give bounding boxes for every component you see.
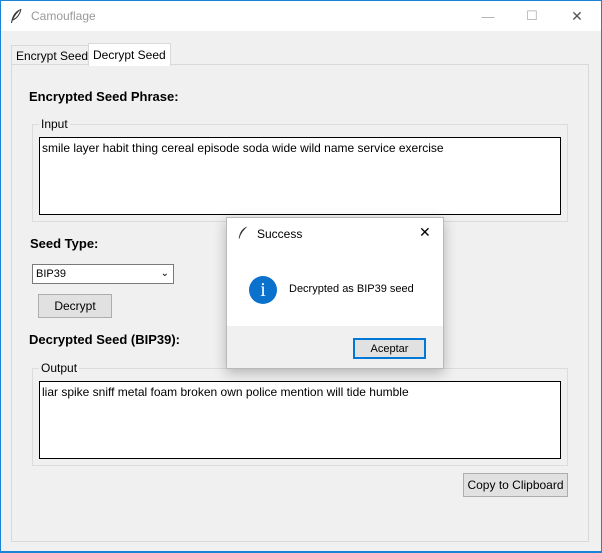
maximize-button[interactable]: ☐: [509, 1, 555, 31]
title-bar[interactable]: Camouflage — ☐ ✕: [1, 1, 601, 31]
dialog-message: Decrypted as BIP39 seed: [289, 283, 414, 295]
window-title: Camouflage: [31, 9, 96, 23]
info-icon: i: [249, 276, 277, 304]
tab-encrypt-seed[interactable]: Encrypt Seed: [11, 45, 94, 66]
copy-to-clipboard-button[interactable]: Copy to Clipboard: [463, 473, 568, 497]
dialog-title: Success: [257, 227, 303, 241]
aceptar-button[interactable]: Aceptar: [353, 338, 426, 359]
encrypted-seed-heading: Encrypted Seed Phrase:: [29, 89, 179, 104]
feather-icon: [9, 8, 23, 24]
input-frame: Input smile layer habit thing cereal epi…: [32, 117, 568, 222]
decrypt-button[interactable]: Decrypt: [38, 294, 112, 318]
seed-type-value: BIP39: [36, 268, 66, 280]
decrypted-seed-heading: Decrypted Seed (BIP39):: [29, 332, 180, 347]
dialog-footer: Aceptar: [227, 326, 443, 368]
seed-type-heading: Seed Type:: [30, 236, 99, 251]
minimize-button[interactable]: —: [465, 1, 511, 31]
input-label: Input: [39, 117, 70, 131]
output-label: Output: [39, 361, 80, 375]
success-dialog: Success ✕ i Decrypted as BIP39 seed Acep…: [226, 217, 444, 369]
dialog-title-bar[interactable]: Success ✕: [227, 218, 443, 248]
dialog-close-icon[interactable]: ✕: [419, 224, 431, 241]
feather-icon: [237, 225, 249, 243]
input-textarea[interactable]: smile layer habit thing cereal episode s…: [39, 137, 561, 215]
tab-decrypt-seed[interactable]: Decrypt Seed: [88, 43, 171, 66]
output-textarea[interactable]: liar spike sniff metal foam broken own p…: [39, 381, 561, 459]
close-button[interactable]: ✕: [554, 1, 600, 31]
dialog-body: i Decrypted as BIP39 seed: [227, 248, 443, 326]
chevron-down-icon: ⌄: [160, 268, 169, 279]
seed-type-select[interactable]: BIP39 ⌄: [32, 264, 174, 284]
output-frame: Output liar spike sniff metal foam broke…: [32, 361, 568, 466]
